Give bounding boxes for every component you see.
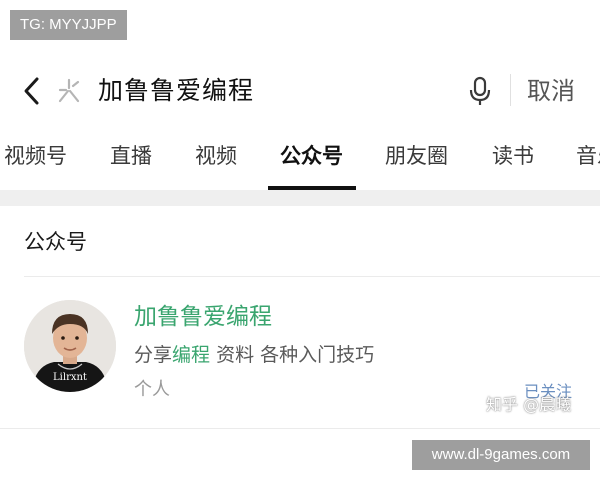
account-type-label: 个人	[134, 379, 170, 400]
zhihu-watermark: 知乎 @晨曦	[486, 395, 572, 414]
watermark-top-left: TG: MYYJJPP	[10, 10, 127, 40]
tab-music[interactable]: 音乐	[576, 140, 600, 172]
section-title: 公众号	[24, 230, 87, 254]
site-watermark: www.dl-9games.com	[412, 440, 590, 470]
tab-video[interactable]: 视频	[195, 140, 237, 172]
tab-channels[interactable]: 视频号	[4, 140, 67, 172]
microphone-icon[interactable]	[466, 74, 494, 108]
account-description: 分享编程 资料 各种入门技巧	[134, 344, 375, 366]
tab-moments[interactable]: 朋友圈	[385, 140, 448, 172]
avatar: Lilrxnt	[24, 300, 116, 392]
cancel-button[interactable]: 取消	[527, 74, 575, 108]
back-arrow-icon[interactable]	[18, 74, 48, 108]
tab-reading[interactable]: 读书	[492, 140, 534, 172]
result-divider	[0, 428, 600, 429]
search-bar: 加鲁鲁爱编程 取消	[0, 60, 600, 122]
tab-live[interactable]: 直播	[110, 140, 152, 172]
tab-official-accounts[interactable]: 公众号	[280, 140, 343, 172]
svg-text:Lilrxnt: Lilrxnt	[53, 372, 87, 383]
search-input[interactable]: 加鲁鲁爱编程	[98, 74, 254, 108]
account-name[interactable]: 加鲁鲁爱编程	[134, 300, 272, 334]
section-separator	[0, 190, 600, 206]
search-category-tabs: 视频号 直播 视频 公众号 朋友圈 读书 音乐	[0, 132, 600, 188]
mini-program-icon[interactable]	[54, 76, 84, 106]
search-divider	[510, 74, 511, 106]
section-divider	[24, 276, 600, 277]
